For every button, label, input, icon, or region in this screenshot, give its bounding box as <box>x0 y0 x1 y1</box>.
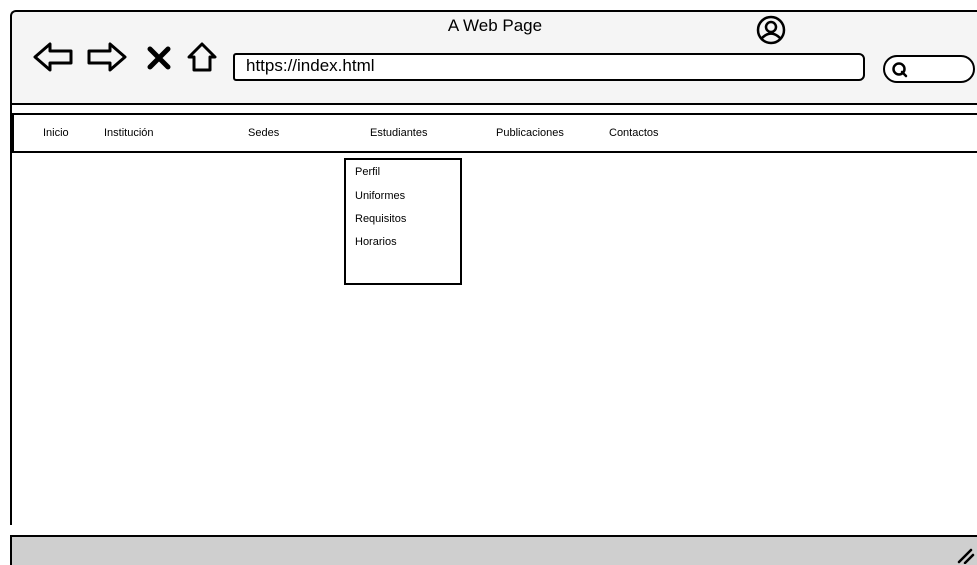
home-icon[interactable] <box>186 40 218 74</box>
resize-grip-icon[interactable] <box>955 546 975 564</box>
arrow-right-icon[interactable] <box>86 40 128 74</box>
status-bar <box>10 535 977 565</box>
dropdown-item-perfil[interactable]: Perfil <box>355 165 380 179</box>
menu-item-institucion[interactable]: Institución <box>104 126 154 140</box>
menu-item-publicaciones[interactable]: Publicaciones <box>496 126 564 140</box>
window-left-border <box>10 105 12 525</box>
arrow-left-icon[interactable] <box>32 40 74 74</box>
menu-item-estudiantes[interactable]: Estudiantes <box>370 126 427 140</box>
user-circle-icon[interactable] <box>756 15 786 45</box>
dropdown-item-uniformes[interactable]: Uniformes <box>355 189 405 203</box>
window-title: A Web Page <box>447 16 543 35</box>
menu-item-sedes[interactable]: Sedes <box>248 126 279 140</box>
browser-window: A Web Page https://index.html Inicio Ins… <box>0 0 977 565</box>
navigation-menu <box>12 113 977 153</box>
search-icon <box>892 62 908 78</box>
close-icon[interactable] <box>146 40 172 74</box>
dropdown-item-horarios[interactable]: Horarios <box>355 235 397 249</box>
dropdown-item-requisitos[interactable]: Requisitos <box>355 212 406 226</box>
menu-item-inicio[interactable]: Inicio <box>43 126 69 140</box>
menu-item-contactos[interactable]: Contactos <box>609 126 659 140</box>
address-bar-url: https://index.html <box>246 56 375 75</box>
